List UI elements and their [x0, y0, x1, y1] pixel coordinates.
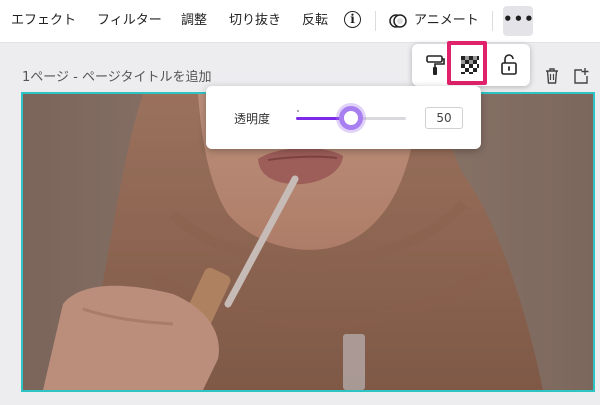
adjust-button[interactable]: 調整 — [181, 0, 207, 42]
flip-button[interactable]: 反転 — [302, 0, 328, 42]
animate-button[interactable]: アニメート — [414, 0, 479, 42]
slider-start-tick — [297, 110, 299, 112]
toolbar-divider — [375, 11, 376, 31]
transparency-value-input[interactable]: 50 — [425, 107, 463, 129]
info-icon[interactable]: i — [344, 11, 361, 28]
transparency-panel: 透明度 50 — [206, 86, 481, 149]
effects-button[interactable]: エフェクト — [11, 0, 76, 42]
unlock-icon[interactable] — [496, 52, 522, 78]
slider-thumb[interactable] — [339, 106, 363, 130]
more-options-button[interactable]: ••• — [503, 6, 534, 36]
transparency-highlight — [447, 41, 487, 85]
animate-icon[interactable] — [388, 11, 408, 31]
page-title[interactable]: 1ページ - ページタイトルを追加 — [22, 66, 211, 85]
trash-icon[interactable] — [544, 67, 560, 85]
transparency-label: 透明度 — [234, 112, 271, 126]
filter-button[interactable]: フィルター — [97, 0, 162, 42]
add-page-icon[interactable] — [573, 67, 589, 85]
paint-roller-icon[interactable] — [422, 52, 448, 78]
crop-button[interactable]: 切り抜き — [229, 0, 281, 42]
toolbar-divider — [492, 11, 493, 31]
top-toolbar: エフェクト フィルター 調整 切り抜き 反転 i アニメート ••• — [0, 0, 600, 43]
